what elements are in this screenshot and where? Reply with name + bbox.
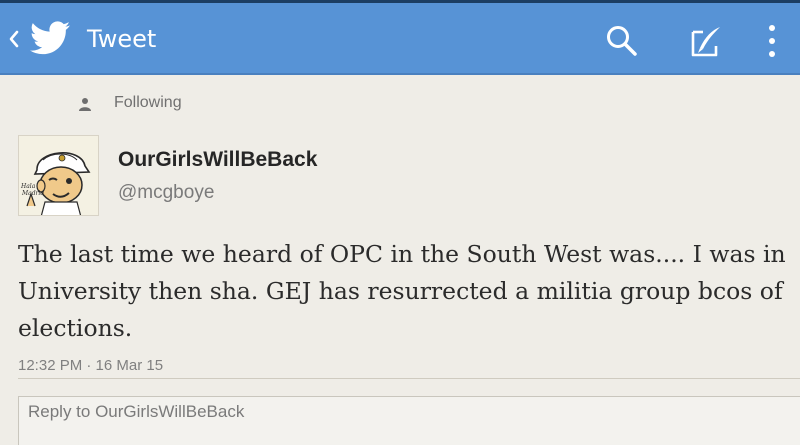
twitter-bird-icon[interactable] (30, 21, 70, 55)
tweet-timestamp: 12:32 PM · 16 Mar 15 (18, 357, 164, 374)
divider (18, 378, 800, 379)
reply-input[interactable]: Reply to OurGirlsWillBeBack (18, 396, 800, 445)
avatar-text-madrid: Madrid (21, 190, 44, 197)
avatar-text-hala: Hala (20, 183, 36, 190)
avatar[interactable]: Hala Madrid (18, 135, 99, 216)
reply-placeholder: Reply to OurGirlsWillBeBack (28, 402, 245, 421)
overflow-menu-icon[interactable] (760, 21, 784, 61)
user-handle[interactable]: @mcgboye (118, 182, 214, 204)
action-bar: Tweet (0, 3, 800, 75)
search-icon[interactable] (604, 23, 640, 59)
compose-icon[interactable] (688, 24, 724, 60)
person-icon (79, 98, 91, 111)
page-title: Tweet (87, 25, 157, 53)
display-name[interactable]: OurGirlsWillBeBack (118, 148, 317, 172)
avatar-cartoon-image: Hala Madrid (19, 136, 98, 215)
back-chevron-icon[interactable] (6, 27, 22, 51)
following-label: Following (114, 94, 182, 111)
tweet-text: The last time we heard of OPC in the Sou… (18, 240, 786, 342)
